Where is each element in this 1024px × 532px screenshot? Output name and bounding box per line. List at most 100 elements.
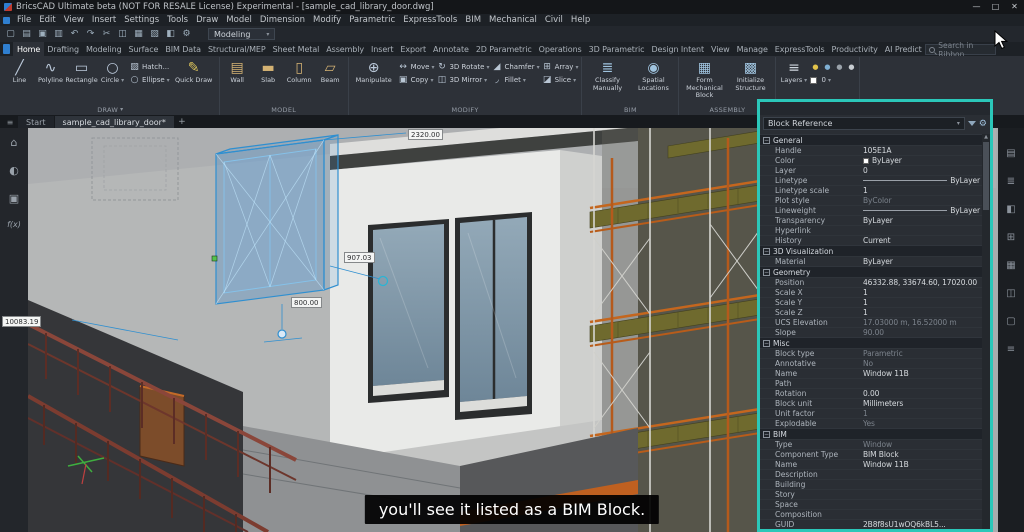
menu-edit[interactable]: Edit <box>35 15 59 25</box>
reports-panel-icon[interactable]: ▦ <box>1006 260 1015 271</box>
menu-view[interactable]: View <box>60 15 88 25</box>
library-panel-icon[interactable]: ▢ <box>1006 316 1015 327</box>
tab-structural-mep[interactable]: Structural/MEP <box>204 42 269 56</box>
structure-panel-icon[interactable]: ◧ <box>1006 204 1015 215</box>
menu-insert[interactable]: Insert <box>88 15 120 25</box>
new-tab-button[interactable]: + <box>175 117 189 127</box>
tab-surface[interactable]: Surface <box>125 42 162 56</box>
property-row-plot-style[interactable]: Plot style ByColor <box>760 195 982 205</box>
property-row-component-type[interactable]: Component Type BIM Block <box>760 449 982 459</box>
menu-mechanical[interactable]: Mechanical <box>485 15 541 25</box>
property-row-scale-z[interactable]: Scale Z1 <box>760 307 982 317</box>
section-header-general[interactable]: − General <box>760 134 982 145</box>
tab-ai-predict[interactable]: AI Predict <box>881 42 925 56</box>
property-row-color[interactable]: Color ByLayer <box>760 155 982 165</box>
property-row-guid[interactable]: GUID 2B8f8sU1wOQ6kBL5... <box>760 519 982 529</box>
tab-3d-parametric[interactable]: 3D Parametric <box>585 42 648 56</box>
app-button[interactable] <box>3 44 11 54</box>
layer-freeze-icon[interactable]: ● <box>822 63 832 71</box>
property-row-linetype[interactable]: Linetype ByLayer <box>760 175 982 185</box>
property-row-transparency[interactable]: Transparency ByLayer <box>760 215 982 225</box>
tab-annotate[interactable]: Annotate <box>430 42 473 56</box>
tab-sheet-metal[interactable]: Sheet Metal <box>269 42 323 56</box>
property-row-path[interactable]: Path <box>760 378 982 388</box>
tab-design-intent[interactable]: Design Intent <box>648 42 708 56</box>
property-row-hyperlink[interactable]: Hyperlink <box>760 225 982 235</box>
tab-bim-data[interactable]: BIM Data <box>162 42 205 56</box>
menu-civil[interactable]: Civil <box>541 15 567 25</box>
menu-tools[interactable]: Tools <box>163 15 192 25</box>
circle-button[interactable]: ○ Circle ▾ <box>98 58 127 104</box>
layer-isolate-icon[interactable]: ● <box>846 63 856 71</box>
property-row-linetype-scale[interactable]: Linetype scale 1 <box>760 185 982 195</box>
tips-panel-icon[interactable]: ◫ <box>1006 288 1015 299</box>
grip-point-green[interactable] <box>211 255 218 262</box>
property-row-scale-x[interactable]: Scale X1 <box>760 287 982 297</box>
quick-draw-button[interactable]: ✎ Quick Draw <box>172 58 216 104</box>
save-icon[interactable]: ▣ <box>36 28 49 41</box>
tab-list-icon[interactable]: ≡ <box>3 118 17 127</box>
layer-toggles-button[interactable]: ● ● ● ● <box>810 61 856 73</box>
scrollbar-thumb[interactable] <box>983 142 989 210</box>
document-tab-start[interactable]: Start <box>18 116 54 128</box>
property-row-slope[interactable]: Slope 90.00 <box>760 327 982 337</box>
new-file-icon[interactable]: ▢ <box>4 28 17 41</box>
model-browser-icon[interactable]: ▣ <box>9 192 19 205</box>
ribbon-search-input[interactable]: Search in Ribbon <box>925 41 996 59</box>
property-row-unit-factor[interactable]: Unit factor 1 <box>760 408 982 418</box>
slab-button[interactable]: ▬ Slab <box>254 58 283 104</box>
3d-mirror-button[interactable]: ◫ 3D Mirror ▾ <box>436 74 489 86</box>
render-icon[interactable]: ◐ <box>9 164 19 177</box>
menu-file[interactable]: File <box>13 15 35 25</box>
section-header-geometry[interactable]: − Geometry <box>760 266 982 277</box>
scroll-up-icon[interactable]: ▲ <box>982 134 990 140</box>
property-row-description[interactable]: Description <box>760 469 982 479</box>
initialize-structure-button[interactable]: ▩ Initialize Structure <box>728 58 772 104</box>
3d-rotate-button[interactable]: ↻ 3D Rotate ▾ <box>436 61 489 73</box>
property-row-material[interactable]: Material ByLayer <box>760 256 982 266</box>
properties-scrollbar[interactable]: ▲ <box>982 134 990 529</box>
property-row-type[interactable]: Type Window <box>760 439 982 449</box>
chamfer-button[interactable]: ◢ Chamfer ▾ <box>491 61 540 73</box>
tab-assembly[interactable]: Assembly <box>323 42 368 56</box>
copy-button[interactable]: ▣ Copy ▾ <box>398 74 435 86</box>
menu-modify[interactable]: Modify <box>309 15 345 25</box>
wall-button[interactable]: ▤ Wall <box>223 58 252 104</box>
menu-parametric[interactable]: Parametric <box>345 15 399 25</box>
section-header-3d-visualization[interactable]: −3D Visualization <box>760 245 982 256</box>
property-row-name[interactable]: Name Window 11B <box>760 368 982 378</box>
maximize-button[interactable]: □ <box>986 0 1005 14</box>
fx-icon[interactable]: f(x) <box>7 220 21 229</box>
document-tab-sample-cad-library-door[interactable]: sample_cad_library_door* <box>54 116 174 128</box>
layer-lock-icon[interactable]: ● <box>834 63 844 71</box>
minimize-button[interactable]: — <box>967 0 986 14</box>
property-row-history[interactable]: History Current <box>760 235 982 245</box>
property-row-explodable[interactable]: Explodable Yes <box>760 418 982 428</box>
menu-dimension[interactable]: Dimension <box>256 15 309 25</box>
form-mechanical-block-button[interactable]: ▦ Form Mechanical Block <box>682 58 726 104</box>
gear-icon[interactable]: ⚙ <box>979 119 987 129</box>
close-button[interactable]: ✕ <box>1005 0 1024 14</box>
collapse-icon[interactable]: − <box>763 430 770 438</box>
menu-model[interactable]: Model <box>222 15 256 25</box>
collapse-icon[interactable]: − <box>763 136 770 144</box>
redo-icon[interactable]: ↷ <box>84 28 97 41</box>
filter-icon[interactable] <box>967 121 976 126</box>
dimension-label[interactable]: 907.03 <box>344 252 375 263</box>
workspace-dropdown[interactable]: Modeling ▾ <box>208 28 276 40</box>
section-header-misc[interactable]: − Misc <box>760 337 982 348</box>
property-row-handle[interactable]: Handle 105E1A <box>760 145 982 155</box>
fillet-button[interactable]: ◞ Fillet ▾ <box>491 74 539 86</box>
tab-drafting[interactable]: Drafting <box>44 42 83 56</box>
tab-2d-parametric[interactable]: 2D Parametric <box>472 42 535 56</box>
0-button[interactable]: 0 ▾ <box>810 74 856 86</box>
home-icon[interactable]: ⌂ <box>11 136 18 149</box>
array-button[interactable]: ⊞ Array ▾ <box>542 61 578 73</box>
slice-button[interactable]: ◪ Slice ▾ <box>542 74 579 86</box>
paste-icon[interactable]: ▦ <box>132 28 145 41</box>
tab-view[interactable]: View <box>708 42 734 56</box>
properties-panel-icon[interactable]: ▤ <box>1006 148 1015 159</box>
property-row-annotative[interactable]: Annotative No <box>760 358 982 368</box>
layers-button[interactable]: ≡ Layers ▾ <box>779 58 808 104</box>
spatial-locations-button[interactable]: ◉ Spatial Locations <box>631 58 675 104</box>
